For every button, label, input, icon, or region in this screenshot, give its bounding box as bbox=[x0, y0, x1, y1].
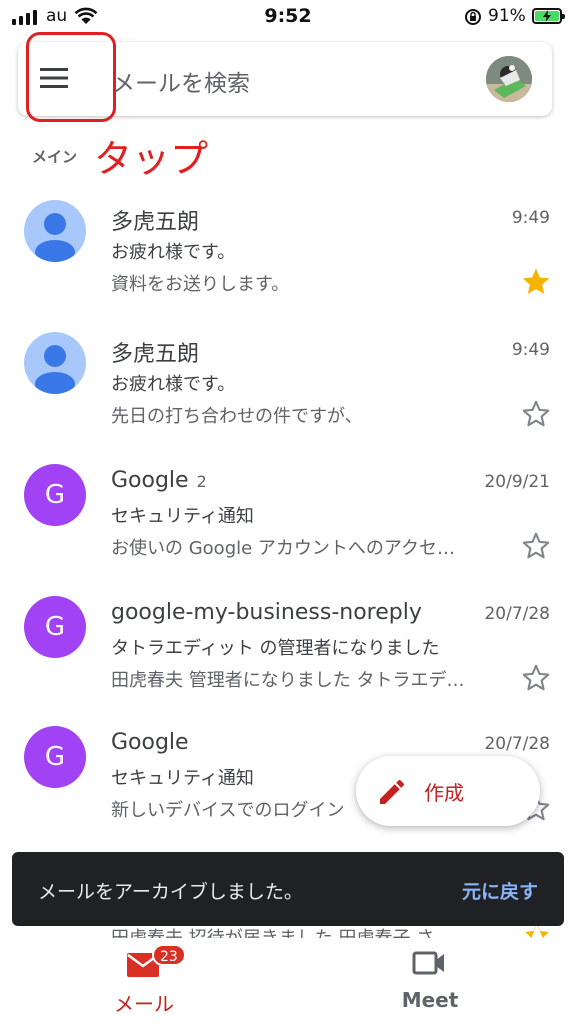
mail-subject: お疲れ様です。 bbox=[111, 374, 236, 395]
mail-item[interactable]: G Google 2 20/9/21 セキュリティ通知 お使いの Google ア… bbox=[0, 464, 576, 594]
mail-snippet: 先日の打ち合わせの件ですが、 bbox=[111, 406, 363, 427]
nav-meet-label: Meet bbox=[401, 988, 459, 1012]
star-outline-icon[interactable] bbox=[520, 662, 552, 694]
star-filled-icon[interactable] bbox=[520, 266, 552, 298]
mail-item[interactable]: 多虎五朗 9:49 お疲れ様です。 先日の打ち合わせの件ですが、 bbox=[0, 332, 576, 462]
person-icon bbox=[24, 332, 86, 394]
mail-time: 9:49 bbox=[511, 208, 550, 228]
mail-time: 20/7/28 bbox=[484, 604, 550, 624]
sender-avatar-letter: G bbox=[24, 726, 86, 788]
star-outline-icon[interactable] bbox=[520, 530, 552, 562]
status-bar: au 9:52 91% bbox=[0, 0, 576, 34]
mail-sender: google-my-business-noreply bbox=[111, 600, 422, 625]
person-icon bbox=[24, 200, 86, 262]
star-outline-icon[interactable] bbox=[520, 398, 552, 430]
tap-annotation: タップ bbox=[94, 137, 209, 181]
mail-snippet: 資料をお送りします。 bbox=[111, 274, 290, 295]
mail-subject: タトラエディット の管理者になりました bbox=[111, 638, 440, 659]
mail-sender-name: Google bbox=[111, 468, 189, 493]
section-label-primary: メイン bbox=[32, 148, 78, 166]
snackbar-message: メールをアーカイブしました。 bbox=[38, 881, 303, 903]
mail-sender: Google bbox=[111, 730, 189, 755]
compose-label: 作成 bbox=[424, 781, 464, 805]
video-camera-icon bbox=[412, 951, 444, 975]
mail-time: 20/7/28 bbox=[484, 734, 550, 754]
battery-charging-icon bbox=[532, 8, 565, 24]
tap-highlight-box bbox=[26, 32, 116, 122]
mail-subject: セキュリティ通知 bbox=[111, 506, 254, 527]
mail-snippet-peek: 田虎春夫 招待が届きました 田虎春子 さ… bbox=[111, 924, 511, 938]
mail-time: 20/9/21 bbox=[484, 472, 550, 492]
rotation-lock-icon bbox=[464, 8, 482, 30]
mail-item[interactable]: 多虎五朗 9:49 お疲れ様です。 資料をお送りします。 bbox=[0, 200, 576, 330]
bottom-nav: 23 メール Meet bbox=[0, 938, 576, 1024]
mail-time: 9:49 bbox=[511, 340, 550, 360]
battery-percent: 91% bbox=[488, 6, 526, 26]
mail-sender: 多虎五朗 bbox=[111, 342, 200, 367]
compose-button[interactable]: 作成 bbox=[356, 756, 540, 826]
nav-mail-tab[interactable]: 23 メール bbox=[60, 938, 228, 1024]
sender-avatar-letter: G bbox=[24, 596, 86, 658]
mail-snippet: 田虎春夫 管理者になりました タトラエデ… bbox=[111, 670, 465, 691]
thread-count: 2 bbox=[196, 472, 207, 491]
mail-subject: お疲れ様です。 bbox=[111, 242, 236, 263]
mail-item[interactable]: G google-my-business-noreply 20/7/28 タトラ… bbox=[0, 596, 576, 726]
pencil-icon bbox=[380, 779, 405, 804]
mail-sender: Google 2 bbox=[111, 468, 207, 493]
sender-avatar-letter: G bbox=[24, 464, 86, 526]
mail-snippet: お使いの Google アカウントへのアクセ… bbox=[111, 538, 456, 559]
search-input[interactable]: メールを検索 bbox=[112, 64, 250, 98]
mail-subject: セキュリティ通知 bbox=[111, 768, 254, 789]
snackbar: メールをアーカイブしました。 元に戻す bbox=[12, 852, 564, 926]
mail-sender: 多虎五朗 bbox=[111, 210, 200, 235]
nav-mail-label: メール bbox=[114, 992, 174, 1016]
unread-count-badge: 23 bbox=[152, 944, 186, 966]
undo-button[interactable]: 元に戻す bbox=[462, 877, 538, 904]
nav-meet-tab[interactable]: Meet bbox=[346, 938, 514, 1024]
account-avatar[interactable] bbox=[486, 56, 532, 102]
